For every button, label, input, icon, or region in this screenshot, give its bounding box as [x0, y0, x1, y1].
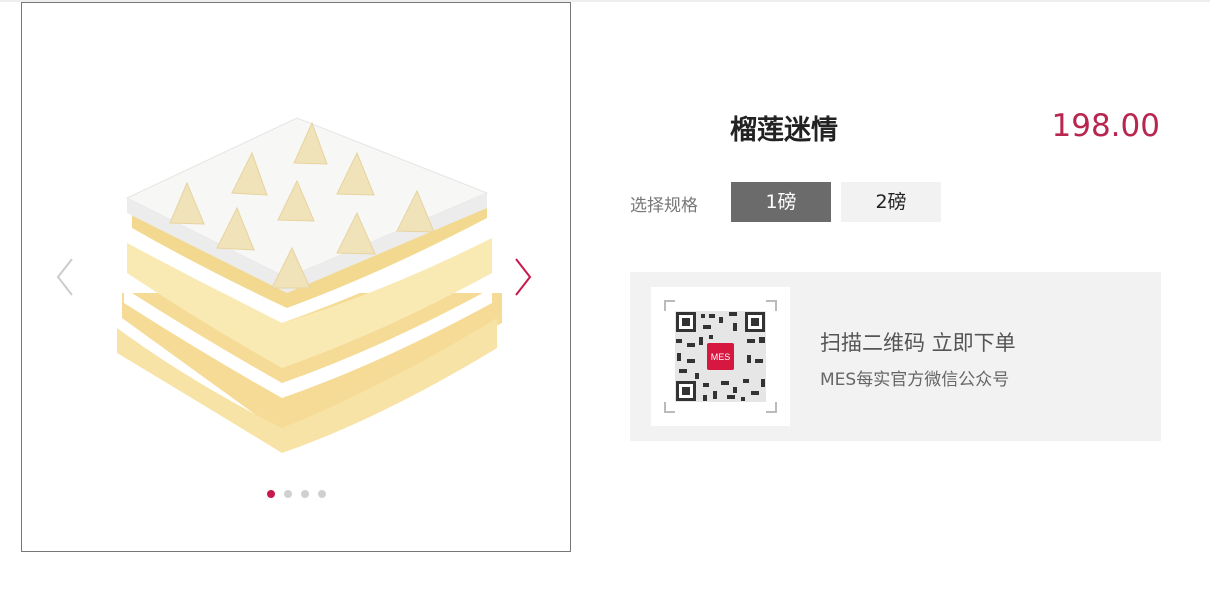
qr-code-icon: MES: [664, 300, 777, 413]
product-title: 榴莲迷情: [730, 115, 838, 146]
qr-code: MES: [651, 287, 790, 426]
svg-text:MES: MES: [711, 352, 731, 362]
chevron-right-icon[interactable]: [510, 255, 538, 299]
qr-order-panel: MES 扫描二维码 立即下单 MES每实官方微信公众号: [630, 272, 1161, 441]
product-image-carousel[interactable]: [21, 2, 571, 552]
carousel-dot-1[interactable]: [266, 490, 275, 498]
spec-label: 选择规格: [630, 196, 698, 216]
carousel-pagination: [22, 490, 570, 498]
qr-instruction: 扫描二维码 立即下单: [820, 331, 1016, 355]
spec-option-2lb[interactable]: 2磅: [841, 182, 941, 222]
carousel-dot-4[interactable]: [317, 490, 326, 498]
carousel-dot-2[interactable]: [283, 490, 292, 498]
chevron-left-icon[interactable]: [50, 255, 78, 299]
product-image: [117, 117, 502, 453]
spec-option-1lb[interactable]: 1磅: [731, 182, 831, 222]
qr-account-name: MES每实官方微信公众号: [820, 370, 1010, 390]
product-price: 198.00: [1051, 108, 1160, 144]
carousel-dot-3[interactable]: [300, 490, 309, 498]
